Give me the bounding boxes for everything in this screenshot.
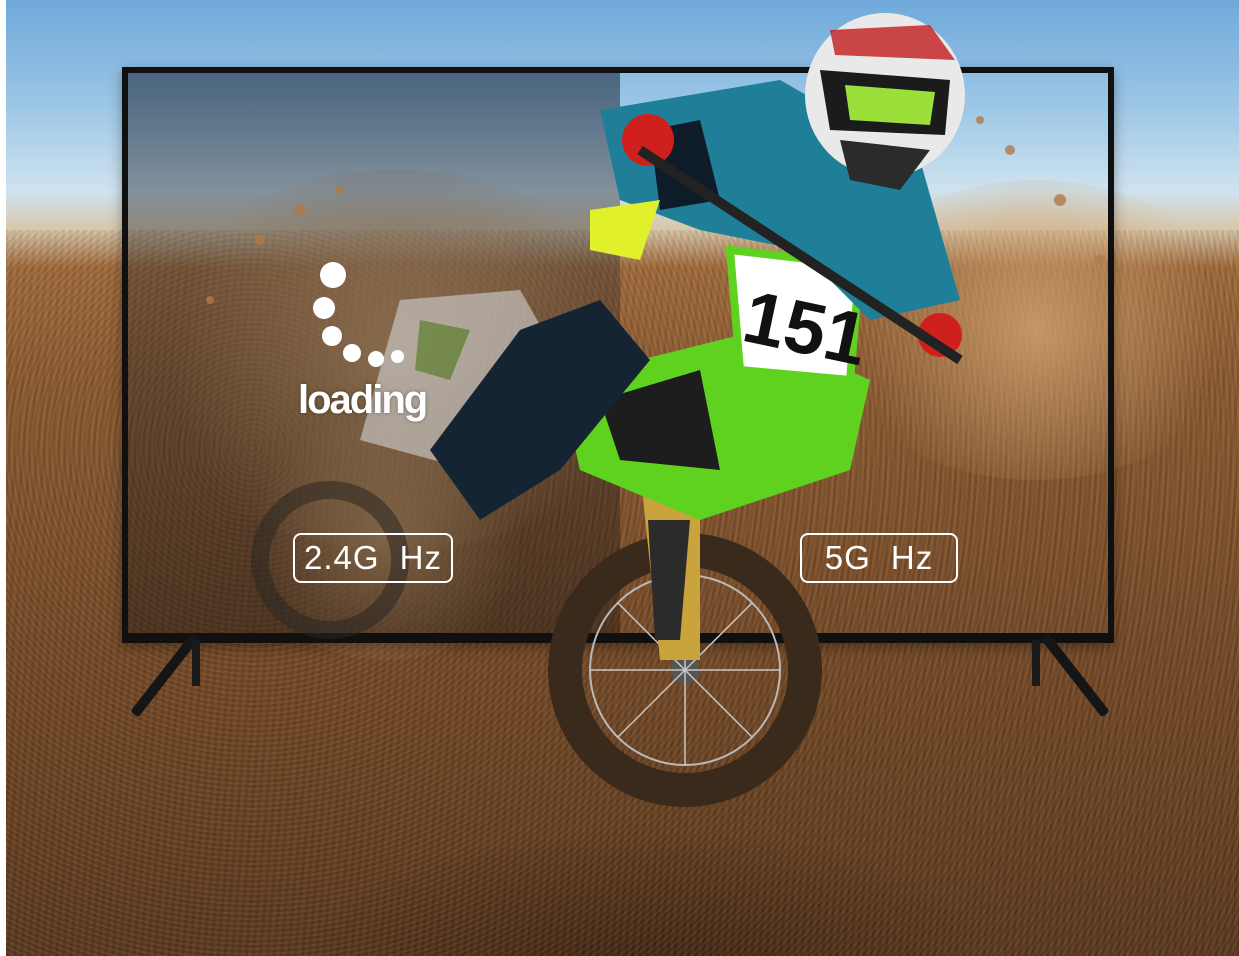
spinner-dot: [320, 262, 346, 288]
spinner-dot: [391, 350, 404, 363]
motocross-rider-illustration: 151: [206, 13, 1105, 807]
spinner-dot: [343, 344, 361, 362]
spinner-dot: [368, 351, 384, 367]
spinner-dot: [313, 297, 335, 319]
band-badge-2-4ghz: 2.4G Hz: [293, 533, 453, 583]
loading-label: loading: [298, 378, 428, 422]
spinner-dot: [322, 326, 342, 346]
band-badge-5ghz: 5G Hz: [800, 533, 958, 583]
